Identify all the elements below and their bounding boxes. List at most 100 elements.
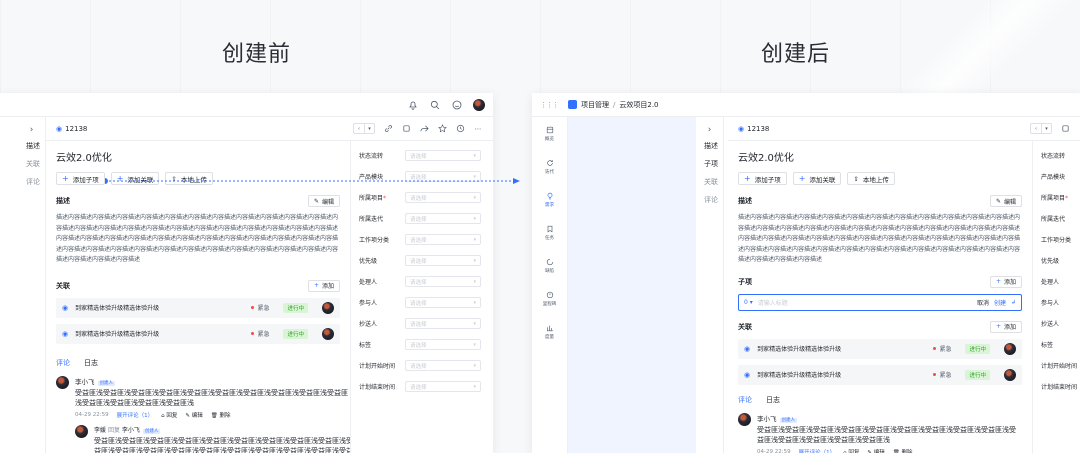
create-button[interactable]: 创建 (994, 298, 1006, 307)
chevron-down-icon: ▾ (473, 383, 476, 390)
status-badge[interactable]: 进行中 (965, 343, 990, 354)
prop-select[interactable]: 请选择 ▾ (405, 381, 481, 392)
relation-item[interactable]: ◉ 到家精选体验升级精选体验升级 紧急 进行中 (56, 323, 340, 344)
rail-item-metrics[interactable]: 度量 (532, 315, 567, 348)
heading-after: 创建后 (761, 42, 831, 67)
chevron-down-icon: ▾ (473, 278, 476, 285)
dropdown-icon[interactable]: ▾ (1041, 124, 1051, 133)
replier-avatar (75, 424, 88, 438)
prop-select[interactable]: 请选择 ▾ (405, 297, 481, 308)
status-badge[interactable]: 进行中 (283, 328, 308, 339)
bell-icon[interactable] (407, 99, 419, 111)
issue-title[interactable]: 云效2.0优化 (56, 149, 340, 164)
assignee-avatar[interactable] (322, 327, 334, 340)
prop-select[interactable]: 请选择 ▾ (405, 360, 481, 371)
child-title-input[interactable]: 0 ▾ 请输入标题 取消 创建 ↲ (738, 293, 1022, 311)
prop-select[interactable]: 请选择 ▾ (405, 192, 481, 203)
issue-title[interactable]: 云效2.0优化 (738, 149, 1022, 164)
collapse-icon[interactable]: › (696, 123, 723, 137)
assignee-avatar[interactable] (322, 301, 334, 314)
prop-label: 产品模块 (1041, 174, 1066, 181)
side-tab-comment[interactable]: 评论 (18, 173, 45, 191)
star-icon[interactable] (437, 124, 447, 134)
apps-icon[interactable]: ⋮⋮⋮ (540, 101, 559, 109)
tab-comment[interactable]: 评论 (56, 358, 70, 368)
description: 描述内容描述内容描述内容描述内容描述内容描述内容描述内容描述内容描述内容描述内容… (738, 214, 1021, 263)
description: 描述内容描述内容描述内容描述内容描述内容描述内容描述内容描述内容描述内容描述内容… (56, 214, 339, 263)
expand-replies-link[interactable]: 展开评论（1） (799, 448, 836, 453)
status-badge[interactable]: 进行中 (965, 369, 990, 380)
side-tab-child[interactable]: 子项 (696, 155, 723, 173)
edit-comment-button[interactable]: ✎ 编辑 (867, 448, 884, 453)
prev-next: ‹ ▾ (353, 123, 375, 134)
rail-item-requirement[interactable]: 需求 (532, 183, 567, 216)
side-tab-relation[interactable]: 关联 (18, 155, 45, 173)
reply-button[interactable]: ⌂ 回复 (843, 448, 859, 453)
dropdown-icon[interactable]: ▾ (364, 124, 374, 133)
relation-item[interactable]: ◉ 到家精选体验升级精选体验升级 紧急 进行中 (738, 364, 1022, 385)
cancel-button[interactable]: 取消 (977, 298, 989, 307)
add-relation-small-button[interactable]: + 添加 (307, 279, 340, 292)
delete-comment-button[interactable]: 🗑 删除 (893, 448, 913, 453)
prop-select[interactable]: 请选择 ▾ (405, 276, 481, 287)
prop-select[interactable]: 请选择 ▾ (405, 255, 481, 266)
side-tab-relation[interactable]: 关联 (696, 173, 723, 191)
relation-item[interactable]: ◉ 到家精选体验升级精选体验升级 紧急 进行中 (738, 338, 1022, 359)
status-badge[interactable]: 进行中 (283, 302, 308, 313)
smile-icon[interactable] (451, 99, 463, 111)
reply-button[interactable]: ⌂ 回复 (161, 411, 177, 419)
relation-item[interactable]: ◉ 到家精选体验升级精选体验升级 紧急 进行中 (56, 297, 340, 318)
prev-icon[interactable]: ‹ (1031, 124, 1041, 133)
rail-item-milestone[interactable]: 里程碑 (532, 282, 567, 315)
heading-before: 创建前 (222, 42, 292, 67)
history-icon[interactable] (455, 124, 465, 134)
assignee-avatar[interactable] (1004, 342, 1016, 355)
relation-title: 关联 (738, 322, 752, 331)
copy-icon[interactable] (1060, 124, 1070, 134)
delete-comment-button[interactable]: 🗑 删除 (211, 411, 231, 419)
add-child-small-button[interactable]: + 添加 (989, 275, 1022, 288)
add-child-button[interactable]: + 添加子项 (738, 172, 787, 185)
upload-button[interactable]: ⇪ 本地上传 (847, 172, 895, 185)
rail-item-overview[interactable]: 概览 (532, 117, 567, 150)
header-tools: ‹ ▾ (1030, 123, 1070, 134)
prop-select[interactable]: 请选择 ▾ (405, 234, 481, 245)
side-tab-comment[interactable]: 评论 (696, 191, 723, 209)
rail-item-iteration[interactable]: 迭代 (532, 150, 567, 183)
tab-comment[interactable]: 评论 (738, 395, 752, 405)
copy-icon[interactable] (401, 124, 411, 134)
tab-log[interactable]: 日志 (766, 395, 780, 405)
type-select[interactable]: 0 ▾ (744, 299, 753, 306)
rail-item-task[interactable]: 任务 (532, 216, 567, 249)
prev-icon[interactable]: ‹ (354, 124, 364, 133)
side-tab-desc[interactable]: 描述 (696, 137, 723, 155)
child-input-placeholder[interactable]: 请输入标题 (758, 298, 972, 307)
prop-select[interactable]: 请选择 ▾ (405, 150, 481, 161)
expand-replies-link[interactable]: 展开评论（1） (117, 411, 154, 419)
prop-label: 计划结束时间 (359, 384, 396, 391)
requirement-icon (547, 192, 552, 199)
edit-button[interactable]: ✎ 编辑 (989, 195, 1022, 207)
assignee-avatar[interactable] (1004, 368, 1016, 381)
edit-button[interactable]: ✎ 编辑 (307, 195, 340, 207)
share-icon[interactable] (419, 124, 429, 134)
prop-select[interactable]: 请选择 ▾ (405, 213, 481, 224)
edit-comment-button[interactable]: ✎ 编辑 (185, 411, 202, 419)
add-relation-small-button[interactable]: + 添加 (989, 320, 1022, 333)
collapse-icon[interactable]: › (18, 123, 45, 137)
breadcrumb-item[interactable]: 云效项目2.0 (619, 100, 658, 110)
add-child-button[interactable]: + 添加子项 (56, 172, 105, 185)
side-tab-desc[interactable]: 描述 (18, 137, 45, 155)
prop-select[interactable]: 请选择 ▾ (405, 339, 481, 350)
search-icon[interactable] (429, 99, 441, 111)
prop-select[interactable]: 请选择 ▾ (405, 318, 481, 329)
prop-row: 所属迭代 (1033, 208, 1080, 229)
tab-log[interactable]: 日志 (84, 358, 98, 368)
priority-dot (251, 332, 255, 335)
rail-item-bug[interactable]: 缺陷 (532, 249, 567, 282)
user-avatar[interactable] (473, 98, 485, 111)
breadcrumb-project[interactable]: 项目管理 (581, 100, 609, 110)
add-relation-button[interactable]: + 添加关联 (792, 172, 842, 185)
link-icon[interactable] (383, 124, 393, 134)
more-icon[interactable]: ⋯ (473, 124, 483, 134)
